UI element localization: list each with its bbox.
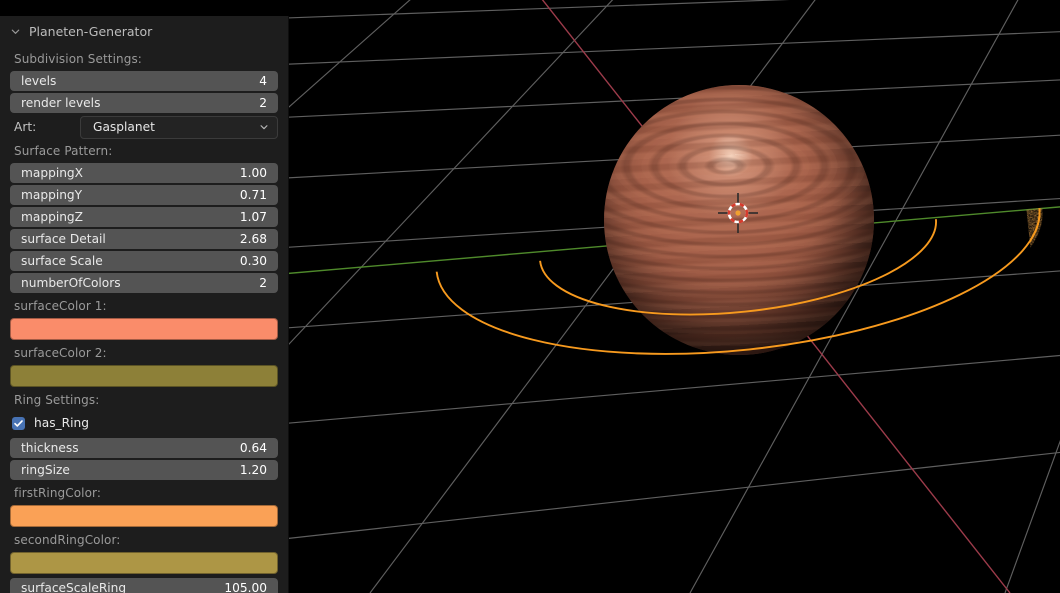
- slider-number-of-colors-value: 2: [259, 276, 267, 290]
- art-row: Art: Gasplanet: [10, 115, 278, 139]
- slider-levels-label: levels: [21, 74, 57, 88]
- slider-mappingx[interactable]: mappingX 1.00: [10, 163, 278, 183]
- slider-levels-value: 4: [259, 74, 267, 88]
- surface-pattern-label: Surface Pattern:: [14, 144, 113, 158]
- slider-surface-scale-ring-label: surfaceScaleRing: [21, 581, 127, 593]
- 3d-cursor[interactable]: [718, 193, 758, 233]
- second-ring-color-swatch[interactable]: [10, 552, 278, 574]
- slider-ring-size[interactable]: ringSize 1.20: [10, 460, 278, 480]
- checkbox-has-ring-label: has_Ring: [34, 416, 89, 430]
- surface-color-2-label: surfaceColor 2:: [14, 346, 107, 360]
- slider-mappingy-value: 0.71: [239, 188, 267, 202]
- slider-surface-scale[interactable]: surface Scale 0.30: [10, 251, 278, 271]
- art-label: Art:: [14, 120, 37, 134]
- slider-mappingy-label: mappingY: [21, 188, 83, 202]
- slider-mappingz-label: mappingZ: [21, 210, 84, 224]
- slider-ring-size-value: 1.20: [239, 463, 267, 477]
- slider-thickness[interactable]: thickness 0.64: [10, 438, 278, 458]
- art-dropdown[interactable]: Gasplanet: [80, 115, 278, 139]
- slider-render-levels[interactable]: render levels 2: [10, 93, 278, 113]
- ring-settings-label: Ring Settings:: [14, 393, 100, 407]
- slider-mappingz[interactable]: mappingZ 1.07: [10, 207, 278, 227]
- slider-number-of-colors[interactable]: numberOfColors 2: [10, 273, 278, 293]
- slider-mappingx-value: 1.00: [239, 166, 267, 180]
- slider-number-of-colors-label: numberOfColors: [21, 276, 121, 290]
- slider-render-levels-label: render levels: [21, 96, 101, 110]
- slider-levels[interactable]: levels 4: [10, 71, 278, 91]
- surface-color-2-swatch[interactable]: [10, 365, 278, 387]
- first-ring-color-label: firstRingColor:: [14, 486, 102, 500]
- slider-surface-detail-label: surface Detail: [21, 232, 106, 246]
- chevron-down-icon: [260, 125, 268, 130]
- blender-window: Planeten-Generator Subdivision Settings:…: [0, 0, 1060, 593]
- surface-color-1-swatch[interactable]: [10, 318, 278, 340]
- art-dropdown-value: Gasplanet: [93, 120, 155, 134]
- second-ring-color-label: secondRingColor:: [14, 533, 121, 547]
- slider-render-levels-value: 2: [259, 96, 267, 110]
- panel-title: Planeten-Generator: [29, 23, 153, 39]
- slider-surface-detail[interactable]: surface Detail 2.68: [10, 229, 278, 249]
- checkbox-has-ring[interactable]: has_Ring: [12, 412, 278, 434]
- panel-header[interactable]: Planeten-Generator: [0, 16, 288, 46]
- slider-surface-scale-value: 0.30: [239, 254, 267, 268]
- slider-surface-scale-ring[interactable]: surfaceScaleRing 105.00: [10, 578, 278, 593]
- surface-color-1-label: surfaceColor 1:: [14, 299, 107, 313]
- slider-thickness-value: 0.64: [239, 441, 267, 455]
- slider-surface-scale-ring-value: 105.00: [224, 581, 267, 593]
- slider-mappingx-label: mappingX: [21, 166, 84, 180]
- slider-mappingy[interactable]: mappingY 0.71: [10, 185, 278, 205]
- chevron-down-icon: [11, 29, 20, 34]
- slider-ring-size-label: ringSize: [21, 463, 70, 477]
- panel-body: Subdivision Settings: levels 4 render le…: [0, 52, 288, 593]
- planet-generator-panel: Planeten-Generator Subdivision Settings:…: [0, 16, 289, 593]
- first-ring-color-swatch[interactable]: [10, 505, 278, 527]
- subdivision-settings-label: Subdivision Settings:: [14, 52, 142, 66]
- slider-surface-scale-label: surface Scale: [21, 254, 103, 268]
- slider-mappingz-value: 1.07: [239, 210, 267, 224]
- checkmark-icon: [12, 416, 25, 430]
- slider-thickness-label: thickness: [21, 441, 79, 455]
- slider-surface-detail-value: 2.68: [239, 232, 267, 246]
